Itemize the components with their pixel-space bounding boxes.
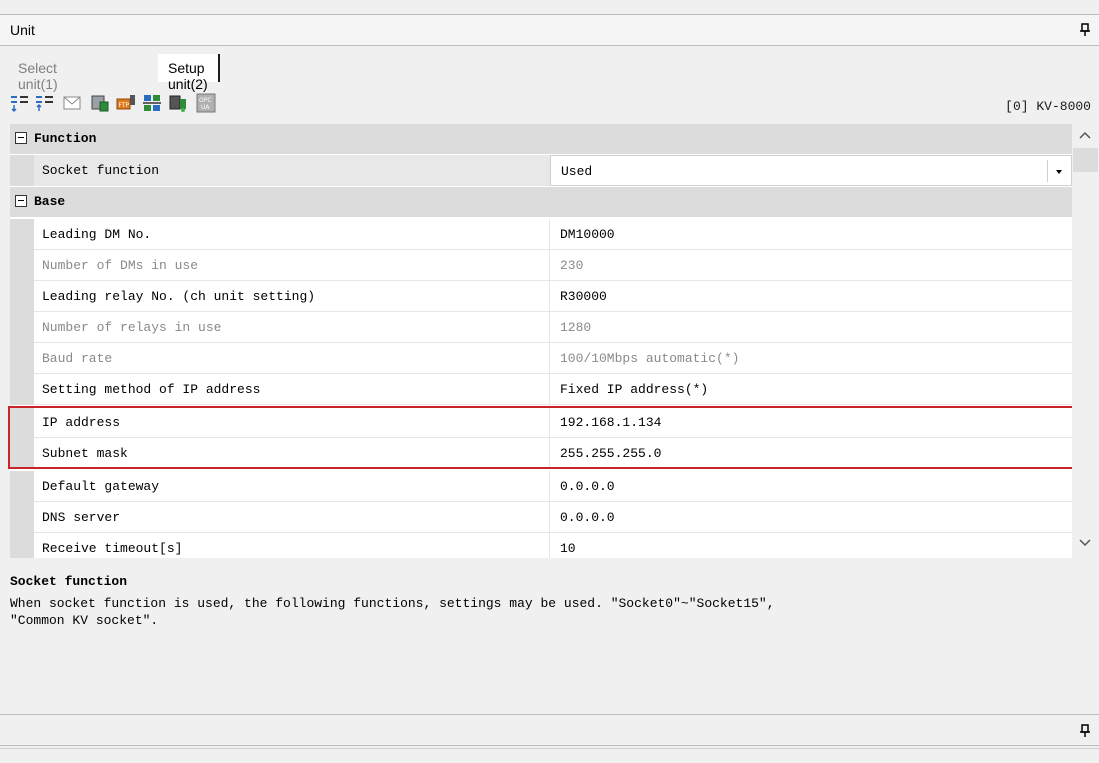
property-name: Leading DM No. [34, 219, 550, 250]
grid-row-leading-relay[interactable]: Leading relay No. (ch unit setting) R300… [10, 281, 1072, 312]
collapse-toggle-icon[interactable] [15, 132, 27, 144]
property-name: Socket function [34, 155, 550, 186]
ftp-icon[interactable]: FTP [116, 93, 136, 113]
tab-select-unit-label: Select unit(1) [18, 60, 58, 92]
property-value[interactable]: 0.0.0.0 [550, 502, 1072, 533]
property-grid: Function Socket function Used Base Leadi… [10, 124, 1072, 558]
bottom-panel-titlebar [0, 714, 1099, 746]
toolbar: FTP OPC UA [0] KV-8000 [10, 90, 1095, 120]
network-icon[interactable] [142, 93, 162, 113]
sort-up-icon[interactable] [35, 93, 55, 113]
property-name: Number of relays in use [34, 312, 550, 343]
property-value[interactable]: 0.0.0.0 [550, 471, 1072, 502]
property-name: Number of DMs in use [34, 250, 550, 281]
property-value: 1280 [550, 312, 1072, 343]
ip-address-field[interactable]: 192.168.1.134 [550, 407, 1072, 438]
unit-panel-titlebar: Unit [0, 14, 1099, 46]
scroll-down-icon[interactable] [1079, 538, 1091, 548]
grid-row-receive-timeout[interactable]: Receive timeout[s] 10 [10, 533, 1072, 558]
unit-icon[interactable] [90, 93, 110, 113]
grid-row-ip-setting-method[interactable]: Setting method of IP address Fixed IP ad… [10, 374, 1072, 405]
subnet-mask-field[interactable]: 255.255.255.0 [550, 438, 1072, 469]
category-base[interactable]: Base [10, 187, 1072, 217]
mail-icon[interactable] [62, 93, 82, 113]
grid-row-baud-rate: Baud rate 100/10Mbps automatic(*) [10, 343, 1072, 374]
grid-row-subnet-mask[interactable]: Subnet mask 255.255.255.0 [10, 438, 1072, 469]
property-value[interactable]: R30000 [550, 281, 1072, 312]
grid-row-number-of-relays: Number of relays in use 1280 [10, 312, 1072, 343]
sort-down-icon[interactable] [10, 93, 30, 113]
description-text: When socket function is used, the follow… [10, 596, 775, 628]
grid-row-dns-server[interactable]: DNS server 0.0.0.0 [10, 502, 1072, 533]
grid-row-number-of-dms: Number of DMs in use 230 [10, 250, 1072, 281]
unit-model-label: [0] KV-8000 [1005, 99, 1091, 114]
property-value[interactable]: 10 [550, 533, 1072, 558]
grid-row-leading-dm[interactable]: Leading DM No. DM10000 [10, 219, 1072, 250]
device-status-icon[interactable] [168, 93, 188, 113]
property-name: Default gateway [34, 471, 550, 502]
category-label: Base [34, 194, 66, 209]
opc-ua-icon[interactable]: OPC UA [196, 93, 216, 113]
footer-strip [0, 748, 1099, 763]
grid-row-socket-function[interactable]: Socket function Used [10, 155, 1072, 186]
description-panel: Socket function When socket function is … [10, 562, 1099, 702]
description-title: Socket function [10, 574, 128, 589]
property-name: DNS server [34, 502, 550, 533]
property-name: IP address [34, 407, 550, 438]
svg-text:OPC: OPC [199, 97, 212, 104]
tab-setup-unit-label: Setup unit(2) [168, 60, 208, 92]
tab-select-unit[interactable]: Select unit(1) [8, 54, 68, 92]
property-value: 100/10Mbps automatic(*) [550, 343, 1072, 374]
chevron-down-icon[interactable] [1047, 160, 1069, 182]
property-name: Setting method of IP address [34, 374, 550, 405]
property-name: Baud rate [34, 343, 550, 374]
scroll-up-icon[interactable] [1079, 130, 1091, 140]
scrollbar-thumb[interactable] [1073, 148, 1098, 172]
vertical-scrollbar[interactable] [1072, 124, 1099, 558]
svg-text:UA: UA [201, 104, 210, 111]
property-name: Receive timeout[s] [34, 533, 550, 558]
pin-icon[interactable] [1079, 23, 1091, 37]
category-function[interactable]: Function [10, 124, 1072, 154]
svg-text:FTP: FTP [119, 102, 130, 109]
socket-function-dropdown[interactable]: Used [550, 155, 1072, 186]
property-value[interactable]: Fixed IP address(*) [550, 374, 1072, 405]
tab-setup-unit[interactable]: Setup unit(2) [158, 54, 220, 92]
grid-row-default-gateway[interactable]: Default gateway 0.0.0.0 [10, 471, 1072, 502]
property-value: 230 [550, 250, 1072, 281]
collapse-toggle-icon[interactable] [15, 195, 27, 207]
property-value[interactable]: DM10000 [550, 219, 1072, 250]
category-label: Function [34, 131, 97, 146]
grid-row-ip-address[interactable]: IP address 192.168.1.134 [10, 407, 1072, 438]
property-name: Leading relay No. (ch unit setting) [34, 281, 550, 312]
dropdown-value: Used [561, 164, 593, 179]
panel-title: Unit [10, 22, 35, 38]
pin-icon[interactable] [1079, 724, 1091, 738]
property-name: Subnet mask [34, 438, 550, 469]
